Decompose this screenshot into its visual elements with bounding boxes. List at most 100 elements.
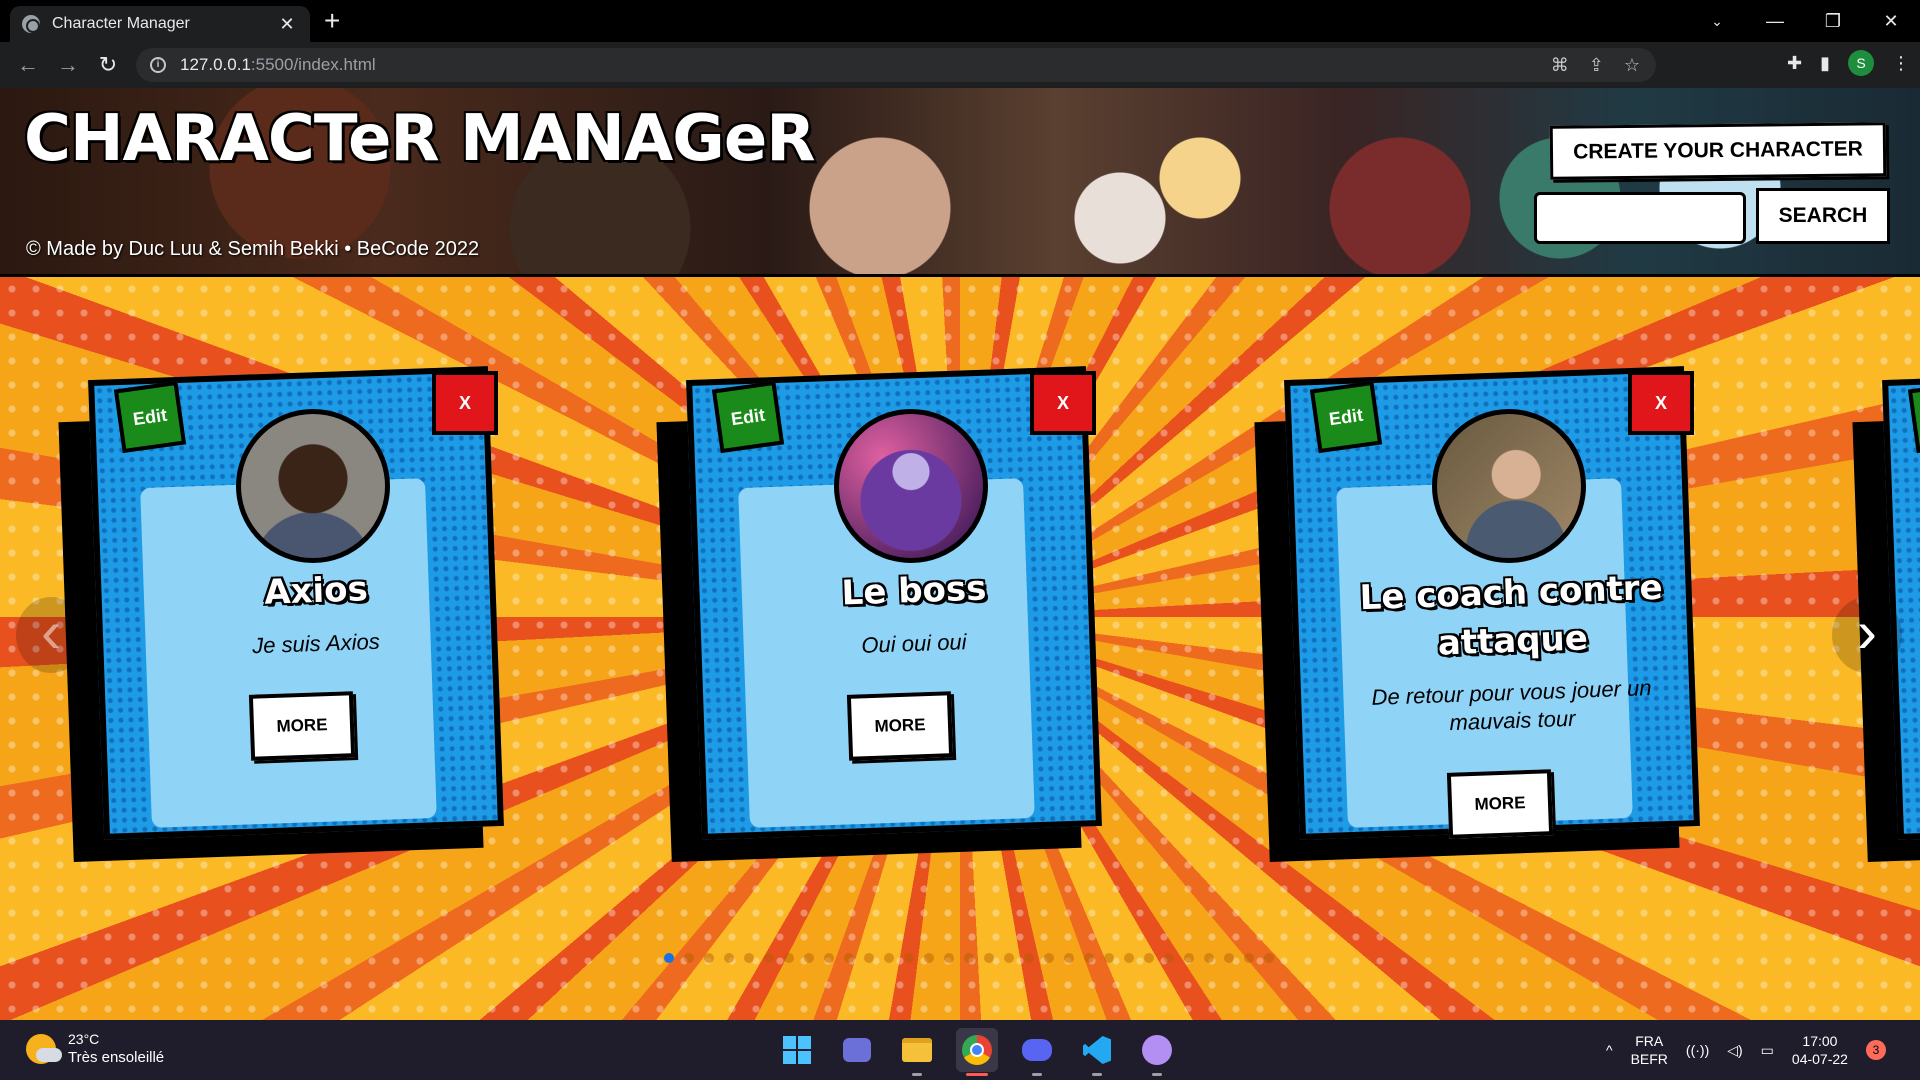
sunny-weather-icon (26, 1034, 62, 1064)
battery-icon[interactable]: ▭ (1761, 1042, 1774, 1059)
info-icon[interactable]: i (150, 57, 166, 73)
edit-button[interactable]: Edit (711, 380, 785, 454)
edit-button[interactable]: Edit (113, 380, 187, 454)
url-host: 127.0.0.1 (180, 55, 251, 74)
tab-close-button[interactable]: ✕ (276, 14, 298, 35)
carousel-dot[interactable] (664, 953, 674, 963)
carousel-dot[interactable] (984, 953, 994, 963)
language-indicator[interactable]: FRA BEFR (1631, 1032, 1668, 1068)
minimize-button[interactable]: — (1746, 11, 1804, 32)
globe-icon (22, 15, 40, 33)
url-path: :5500/index.html (250, 55, 376, 74)
discord-app[interactable] (1016, 1028, 1058, 1076)
more-button[interactable]: MORE (846, 691, 954, 761)
clock[interactable]: 17:00 04-07-22 (1792, 1032, 1848, 1068)
browser-toolbar: ← → ↻ i 127.0.0.1:5500/index.html ⌘ ⇪ ☆ … (0, 42, 1920, 88)
more-button[interactable]: MORE (1446, 769, 1554, 839)
translate-icon[interactable]: ⌘ (1551, 55, 1569, 76)
carousel-dot[interactable] (1104, 953, 1114, 963)
carousel-dot[interactable] (1084, 953, 1094, 963)
share-icon[interactable]: ⇪ (1589, 55, 1604, 76)
carousel-dot[interactable] (804, 953, 814, 963)
character-card: Axios Je suis Axios MORE Edit X (58, 366, 516, 863)
notification-badge[interactable]: 3 (1865, 1040, 1886, 1060)
character-description: De retour pour vous jouer un mauvais tou… (1371, 675, 1652, 736)
browser-titlebar: Character Manager ✕ + ⌄ — ❐ ✕ (0, 0, 1920, 42)
show-hidden-icons-chevron[interactable]: ^ (1606, 1042, 1613, 1058)
carousel-dot[interactable] (1224, 953, 1234, 963)
character-avatar (1432, 409, 1586, 563)
weather-widget[interactable]: 23°C Très ensoleillé (26, 1030, 164, 1068)
carousel-dot[interactable] (944, 953, 954, 963)
carousel-dot[interactable] (1004, 953, 1014, 963)
carousel-dot[interactable] (864, 953, 874, 963)
carousel-dot[interactable] (1064, 953, 1074, 963)
profile-avatar[interactable]: S (1848, 50, 1874, 76)
system-tray: ^ FRA BEFR ((·)) ◁) ▭ 17:00 04-07-22 3 (1606, 1032, 1886, 1068)
search-button[interactable]: SEARCH (1756, 188, 1890, 244)
carousel-dot[interactable] (1124, 953, 1134, 963)
search-input[interactable] (1534, 192, 1746, 244)
reload-button[interactable]: ↻ (88, 52, 128, 78)
address-bar[interactable]: i 127.0.0.1:5500/index.html ⌘ ⇪ ☆ (136, 48, 1656, 82)
carousel-dot[interactable] (1044, 953, 1054, 963)
carousel-dot[interactable] (684, 953, 694, 963)
carousel-dot[interactable] (964, 953, 974, 963)
side-panel-icon[interactable]: ▮ (1820, 53, 1830, 74)
bookmark-star-icon[interactable]: ☆ (1624, 55, 1640, 76)
start-button[interactable] (776, 1028, 818, 1072)
character-avatar (834, 409, 988, 563)
carousel-dot[interactable] (1144, 953, 1154, 963)
carousel-dot[interactable] (824, 953, 834, 963)
carousel-dot[interactable] (744, 953, 754, 963)
character-card: Le boss Oui oui oui MORE Edit X (656, 366, 1114, 863)
carousel-dot[interactable] (904, 953, 914, 963)
volume-icon[interactable]: ◁) (1727, 1042, 1742, 1059)
extensions-icon[interactable]: ✚ (1787, 53, 1802, 74)
github-desktop-app[interactable] (1136, 1028, 1178, 1076)
delete-button[interactable]: X (1628, 371, 1694, 435)
carousel-dot[interactable] (1264, 953, 1274, 963)
vscode-app[interactable] (1076, 1028, 1118, 1076)
language-code: FRA (1635, 1033, 1664, 1049)
teams-chat-icon (843, 1038, 871, 1062)
carousel-dot[interactable] (1024, 953, 1034, 963)
carousel-dot[interactable] (724, 953, 734, 963)
restore-button[interactable]: ❐ (1804, 11, 1862, 32)
carousel-dot[interactable] (704, 953, 714, 963)
chrome-app[interactable] (956, 1028, 998, 1076)
weather-condition: Très ensoleillé (68, 1049, 165, 1066)
tab-search-button[interactable]: ⌄ (1688, 13, 1746, 30)
taskbar-apps (776, 1028, 1178, 1076)
back-button[interactable]: ← (8, 52, 48, 78)
forward-button[interactable]: → (48, 52, 88, 78)
carousel-dot[interactable] (764, 953, 774, 963)
close-window-button[interactable]: ✕ (1862, 11, 1920, 32)
carousel-dot[interactable] (1204, 953, 1214, 963)
wifi-icon[interactable]: ((·)) (1686, 1042, 1709, 1058)
keyboard-layout: BEFR (1630, 1051, 1668, 1067)
carousel-dot[interactable] (1164, 953, 1174, 963)
carousel-dot[interactable] (784, 953, 794, 963)
browser-tab[interactable]: Character Manager ✕ (10, 6, 310, 42)
delete-button[interactable]: X (432, 371, 498, 435)
carousel-next-button[interactable]: › (1832, 597, 1902, 673)
delete-button[interactable]: X (1030, 371, 1096, 435)
carousel-dot[interactable] (1244, 953, 1254, 963)
more-button[interactable]: MORE (248, 691, 356, 761)
carousel-dot[interactable] (844, 953, 854, 963)
carousel-dot[interactable] (884, 953, 894, 963)
window-controls: ⌄ — ❐ ✕ (1688, 0, 1920, 42)
character-carousel: ‹ Axios Je suis Axios MORE Edit X Le bos… (0, 274, 1920, 1020)
file-explorer-app[interactable] (896, 1028, 938, 1076)
clock-time: 17:00 (1802, 1033, 1838, 1049)
edit-button[interactable]: Edit (1309, 380, 1383, 454)
create-character-button[interactable]: CREATE YOUR CHARACTER (1549, 122, 1887, 180)
discord-icon (1022, 1039, 1052, 1061)
carousel-dot[interactable] (1184, 953, 1194, 963)
carousel-dot[interactable] (924, 953, 934, 963)
new-tab-button[interactable]: + (324, 6, 340, 36)
weather-temperature: 23°C (68, 1031, 100, 1047)
teams-app[interactable] (836, 1028, 878, 1072)
menu-icon[interactable]: ⋮ (1892, 53, 1910, 74)
